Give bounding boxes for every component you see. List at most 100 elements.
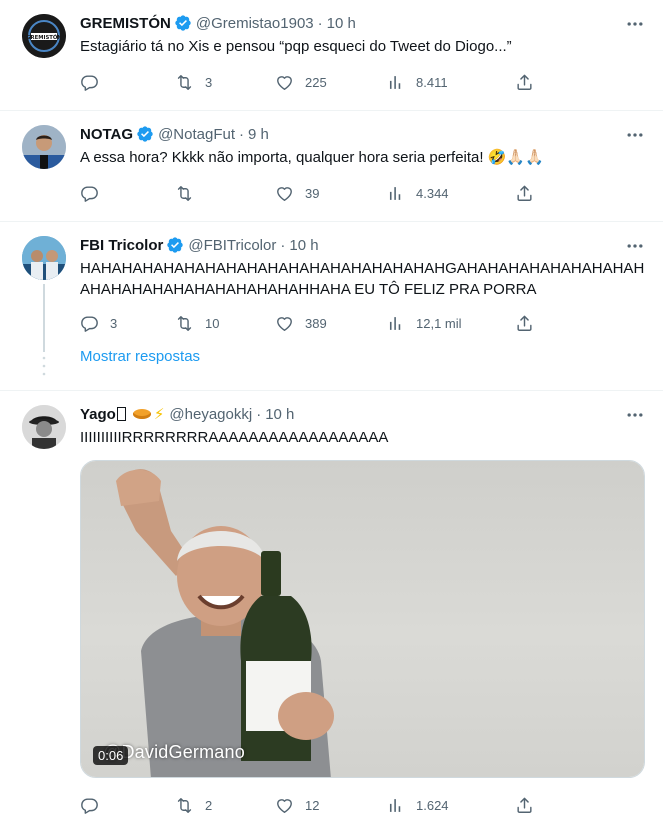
- author-name[interactable]: Yago: [80, 406, 116, 423]
- tweet-text: Estagiário tá no Xis e pensou “pqp esque…: [80, 38, 512, 55]
- author-name[interactable]: NOTAG: [80, 126, 133, 143]
- lightning-emoji-icon: ⚡: [153, 406, 165, 423]
- video-frame: [116, 469, 334, 777]
- views-button[interactable]: 1.624: [386, 796, 515, 815]
- share-icon: [515, 184, 534, 203]
- avatar-fbi-tricolor[interactable]: [22, 236, 66, 280]
- avatar-gremiston[interactable]: GREMISTÓN: [22, 14, 66, 58]
- avatar-photo-fbi: [22, 236, 66, 280]
- show-replies-link[interactable]: Mostrar respostas: [80, 344, 647, 380]
- tweet-time[interactable]: 10 h: [289, 237, 318, 254]
- views-count: 8.411: [416, 74, 448, 90]
- tweet-time[interactable]: 10 h: [327, 15, 356, 32]
- retweet-icon: [175, 184, 194, 203]
- retweet-button[interactable]: 10: [175, 314, 275, 333]
- avatar-yago[interactable]: [22, 405, 66, 449]
- share-icon: [515, 796, 534, 815]
- views-count: 12,1 mil: [416, 315, 462, 331]
- reply-icon: [80, 184, 99, 203]
- like-count: 12: [305, 797, 320, 813]
- retweet-icon: [175, 796, 194, 815]
- tweet-text: A essa hora? Kkkk não importa, qualquer …: [80, 149, 544, 166]
- ufo-emoji-icon: [132, 409, 151, 419]
- tweet-actions: 2 12 1.624: [80, 786, 647, 824]
- reply-button[interactable]: 3: [80, 314, 175, 333]
- like-button[interactable]: 389: [275, 314, 386, 333]
- more-icon[interactable]: [625, 405, 645, 425]
- views-count: 1.624: [416, 797, 449, 813]
- like-count: 389: [305, 315, 327, 331]
- retweet-button[interactable]: 3: [175, 73, 275, 92]
- more-icon[interactable]: [625, 125, 645, 145]
- author-name[interactable]: FBI Tricolor: [80, 237, 163, 254]
- tweet-time[interactable]: 9 h: [248, 126, 269, 143]
- separator-dot: ·: [317, 14, 323, 32]
- retweet-button[interactable]: 2: [175, 796, 275, 815]
- views-button[interactable]: 12,1 mil: [386, 314, 515, 333]
- tweet-text: IIIIIIIIIIRRRRRRRRAAAAAAAAAAAAAAAAAA: [80, 429, 389, 446]
- tweet-fbi-tricolor[interactable]: FBI Tricolor @FBITricolor · 10 h HAHAHAH…: [0, 222, 663, 391]
- views-icon: [386, 314, 405, 333]
- video-player[interactable]: @DavidGermano 0:06: [80, 460, 645, 778]
- author-handle[interactable]: @heyagokkj: [169, 406, 252, 423]
- video-duration-badge: 0:06: [93, 746, 129, 765]
- like-icon: [275, 73, 294, 92]
- share-button[interactable]: [515, 314, 535, 333]
- tweet-time[interactable]: 10 h: [265, 406, 294, 423]
- reply-button[interactable]: [80, 73, 175, 92]
- more-icon[interactable]: [625, 236, 645, 256]
- retweet-button[interactable]: [175, 184, 275, 203]
- thread-line: [43, 284, 45, 352]
- author-handle[interactable]: @NotagFut: [158, 126, 235, 143]
- verified-icon: [166, 236, 184, 254]
- author-handle[interactable]: @Gremistao1903: [196, 15, 314, 32]
- tweet-gremiston[interactable]: GREMISTÓN GREMISTÓN @Gremistao1903 · 10 …: [0, 0, 663, 111]
- share-icon: [515, 73, 534, 92]
- separator-dot: ·: [239, 125, 244, 143]
- avatar-text: GREMISTÓN: [26, 34, 62, 41]
- tweet-notag[interactable]: NOTAG @NotagFut · 9 h A essa hora? Kkkk …: [0, 111, 663, 222]
- like-button[interactable]: 225: [275, 73, 386, 92]
- tweet-yago[interactable]: Yago ⚡ @heyagokkj · 10 h IIIIIIIIIIRRRRR…: [0, 391, 663, 834]
- share-icon: [515, 314, 534, 333]
- like-count: 39: [305, 185, 320, 201]
- like-button[interactable]: 12: [275, 796, 386, 815]
- views-icon: [386, 796, 405, 815]
- avatar-photo-yago: [22, 405, 66, 449]
- share-button[interactable]: [515, 73, 535, 92]
- reply-icon: [80, 796, 99, 815]
- retweet-icon: [175, 73, 194, 92]
- like-count: 225: [305, 74, 327, 90]
- separator-dot: ·: [280, 236, 286, 254]
- views-icon: [386, 184, 405, 203]
- retweet-icon: [175, 314, 194, 333]
- separator-dot: ·: [256, 405, 262, 423]
- thread-dots: [42, 356, 46, 376]
- more-icon[interactable]: [625, 14, 645, 34]
- like-icon: [275, 796, 294, 815]
- author-name[interactable]: GREMISTÓN: [80, 15, 171, 32]
- verified-icon: [174, 14, 192, 32]
- like-button[interactable]: 39: [275, 184, 386, 203]
- tweet-actions: 3 10 389 12,1 mil: [80, 304, 647, 342]
- views-button[interactable]: 8.411: [386, 73, 515, 92]
- reply-button[interactable]: [80, 796, 175, 815]
- reply-icon: [80, 73, 99, 92]
- retweet-count: 3: [205, 74, 213, 90]
- avatar-notag[interactable]: [22, 125, 66, 169]
- reply-icon: [80, 314, 99, 333]
- reply-button[interactable]: [80, 184, 175, 203]
- share-button[interactable]: [515, 184, 535, 203]
- share-button[interactable]: [515, 796, 535, 815]
- author-handle[interactable]: @FBITricolor: [188, 237, 276, 254]
- tweet-actions: 3 225 8.411: [80, 63, 647, 101]
- retweet-count: 10: [205, 315, 220, 331]
- like-icon: [275, 314, 294, 333]
- views-icon: [386, 73, 405, 92]
- views-button[interactable]: 4.344: [386, 184, 515, 203]
- reply-count: 3: [110, 315, 118, 331]
- tweet-actions: 39 4.344: [80, 174, 647, 212]
- gremiston-logo: GREMISTÓN: [22, 14, 66, 58]
- views-count: 4.344: [416, 185, 449, 201]
- verified-icon: [136, 125, 154, 143]
